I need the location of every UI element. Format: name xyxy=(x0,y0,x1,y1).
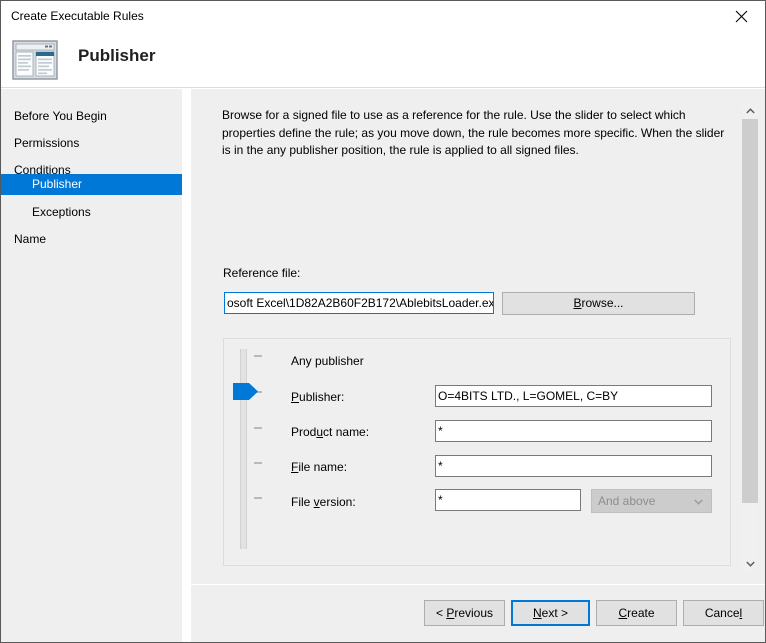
specificity-slider-thumb[interactable] xyxy=(233,383,258,400)
slider-tick xyxy=(254,462,262,464)
title-bar: Create Executable Rules xyxy=(1,1,765,31)
sidebar-item-label: Before You Begin xyxy=(14,109,107,123)
sidebar-item-publisher[interactable]: Publisher xyxy=(1,174,182,195)
product-name-input[interactable]: * xyxy=(435,420,712,442)
sidebar-item-name[interactable]: Name xyxy=(1,228,182,250)
version-comparison-dropdown[interactable]: And above xyxy=(591,489,712,513)
window-title: Create Executable Rules xyxy=(11,9,144,23)
row-label-publisher: Publisher: xyxy=(291,390,345,404)
reference-file-input[interactable]: osoft Excel\1D82A2B60F2B172\AblebitsLoad… xyxy=(224,292,494,314)
close-button[interactable] xyxy=(719,1,765,31)
create-button[interactable]: Create xyxy=(596,600,677,626)
wizard-sidebar: Before You Begin Permissions Conditions … xyxy=(1,89,182,642)
dialog-header: Publisher xyxy=(1,31,765,88)
sidebar-item-label: Publisher xyxy=(32,177,83,191)
row-label-file-version: File version: xyxy=(291,495,356,509)
row-label-any-publisher: Any publisher xyxy=(291,354,364,368)
next-button[interactable]: Next > xyxy=(511,600,590,626)
slider-tick xyxy=(254,355,262,357)
file-name-input[interactable]: * xyxy=(435,455,712,477)
reference-file-label: Reference file: xyxy=(223,266,301,280)
version-comparison-value: And above xyxy=(598,494,656,508)
publisher-conditions-group: Any publisher Publisher: O=4BITS LTD., L… xyxy=(223,338,731,566)
browse-button[interactable]: Browse... xyxy=(502,292,695,315)
sidebar-item-before-you-begin[interactable]: Before You Begin xyxy=(1,105,182,127)
slider-tick xyxy=(254,427,262,429)
row-label-product-name: Product name: xyxy=(291,425,370,439)
page-description: Browse for a signed file to use as a ref… xyxy=(222,108,725,157)
sidebar-item-label: Name xyxy=(14,232,47,246)
scroll-up-button[interactable] xyxy=(742,102,758,119)
chevron-up-icon xyxy=(746,108,755,114)
chevron-down-icon xyxy=(694,499,703,505)
specificity-slider-track[interactable] xyxy=(240,349,247,549)
publisher-input[interactable]: O=4BITS LTD., L=GOMEL, C=BY xyxy=(435,385,712,407)
sidebar-item-label: Permissions xyxy=(14,136,80,150)
scrollbar-thumb[interactable] xyxy=(742,119,758,503)
sidebar-item-label: Exceptions xyxy=(32,205,91,219)
content-scrollbar[interactable] xyxy=(742,102,758,572)
page-title: Publisher xyxy=(78,46,156,65)
publisher-document-icon xyxy=(12,39,60,82)
previous-button[interactable]: < Previous xyxy=(424,600,505,626)
content-panel: Browse for a signed file to use as a ref… xyxy=(191,89,765,585)
slider-tick xyxy=(254,497,262,499)
chevron-down-icon xyxy=(746,561,755,567)
cancel-button[interactable]: Cancel xyxy=(683,600,764,626)
close-icon xyxy=(735,10,748,23)
row-label-file-name: File name: xyxy=(291,460,348,474)
file-version-input[interactable]: * xyxy=(435,489,581,511)
scroll-down-button[interactable] xyxy=(742,555,758,572)
create-executable-rules-dialog: Create Executable Rules Publisher Before… xyxy=(0,0,766,643)
dialog-footer: < Previous Next > Create Cancel xyxy=(191,584,765,642)
sidebar-item-exceptions[interactable]: Exceptions xyxy=(1,201,182,223)
sidebar-item-permissions[interactable]: Permissions xyxy=(1,132,182,154)
